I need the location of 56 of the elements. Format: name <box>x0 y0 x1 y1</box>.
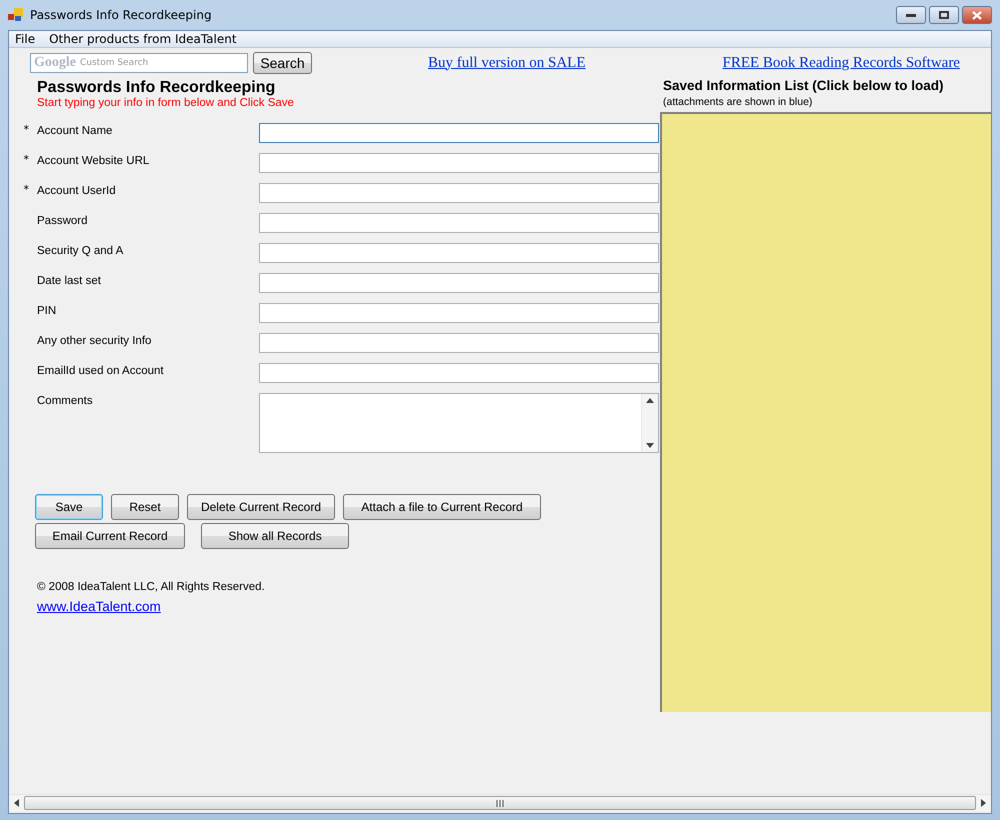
input-field[interactable] <box>259 123 659 143</box>
menu-item[interactable]: File <box>15 32 36 46</box>
menu-item[interactable]: Other products from IdeaTalent <box>49 32 237 46</box>
form-heading: Passwords Info Recordkeeping <box>36 79 276 97</box>
field-label: PIN <box>37 304 58 317</box>
list-note: (attachments are shown in blue) <box>662 96 814 108</box>
field-label: Account Website URL <box>37 154 150 167</box>
input-field[interactable] <box>259 273 659 293</box>
field-label: Account Name <box>37 124 114 137</box>
arrow-left-icon[interactable] <box>13 799 20 807</box>
field-label: Password <box>37 214 88 227</box>
maximize-icon <box>939 11 949 19</box>
close-icon <box>972 10 982 20</box>
form-instruction: Start typing your info in form below and Click Save <box>36 97 295 109</box>
copyright-text: © 2008 IdeaTalent LLC, All Rights Reserved. <box>36 581 266 593</box>
minimize-button[interactable] <box>896 6 926 24</box>
input-field[interactable] <box>259 153 659 173</box>
field-label: Comments <box>37 394 94 407</box>
input-field[interactable] <box>259 363 659 383</box>
field-label: EmailId used on Account <box>37 364 165 377</box>
action-button[interactable]: Attach a file to Current Record <box>343 494 541 520</box>
comments-field[interactable] <box>259 393 659 453</box>
list-heading: Saved Information List (Click below to load) <box>662 78 945 93</box>
required-mark: * <box>22 123 29 136</box>
input-field[interactable] <box>259 213 659 233</box>
field-label: Account UserId <box>37 184 117 197</box>
input-field[interactable] <box>259 183 659 203</box>
action-button[interactable]: Show all Records <box>201 523 349 549</box>
required-mark: * <box>22 153 29 166</box>
minimize-icon <box>906 14 916 16</box>
sale-link[interactable]: Buy full version on SALE <box>428 54 586 72</box>
grip-icon <box>496 800 504 806</box>
action-button[interactable]: Save <box>35 494 103 520</box>
input-field[interactable] <box>259 303 659 323</box>
action-button[interactable]: Email Current Record <box>35 523 185 549</box>
input-field[interactable] <box>259 243 659 263</box>
google-logo: Google <box>34 55 76 71</box>
required-mark: * <box>22 183 29 196</box>
app-icon <box>8 8 24 22</box>
software-link[interactable]: FREE Book Reading Records Software <box>722 54 960 72</box>
field-label: Date last set <box>37 274 102 287</box>
website-link[interactable]: www.IdeaTalent.com <box>37 599 161 614</box>
search-placeholder: Custom Search <box>80 58 148 68</box>
search-button[interactable]: Search <box>253 52 312 74</box>
field-label: Any other security Info <box>37 334 152 347</box>
arrow-up-icon[interactable] <box>646 397 654 404</box>
arrow-down-icon[interactable] <box>646 442 654 449</box>
maximize-button[interactable] <box>929 6 959 24</box>
input-field[interactable] <box>259 333 659 353</box>
action-button[interactable]: Delete Current Record <box>187 494 335 520</box>
window-title: Passwords Info Recordkeeping <box>30 8 212 22</box>
action-button[interactable]: Reset <box>111 494 179 520</box>
arrow-right-icon[interactable] <box>980 799 987 807</box>
horizontal-scrollbar[interactable] <box>9 794 991 811</box>
field-label: Security Q and A <box>37 244 124 257</box>
close-button[interactable] <box>962 6 992 24</box>
